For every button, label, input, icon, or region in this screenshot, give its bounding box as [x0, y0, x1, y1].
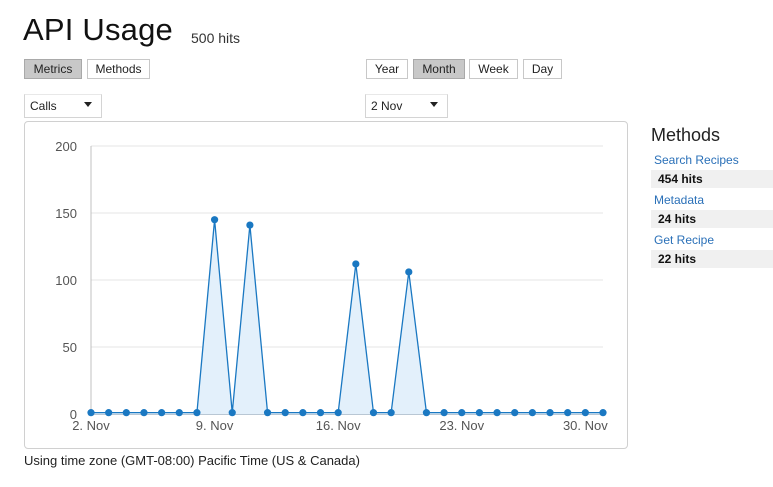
method-hits-metadata: 24 hits	[651, 210, 773, 228]
method-item: Search Recipes 454 hits	[651, 152, 773, 192]
method-link-search-recipes[interactable]: Search Recipes	[651, 152, 773, 170]
method-link-metadata[interactable]: Metadata	[651, 192, 773, 210]
data-point	[193, 409, 201, 417]
data-point	[511, 409, 519, 417]
methods-panel-title: Methods	[651, 125, 721, 145]
x-tick-label: 30. Nov	[563, 418, 608, 433]
methods-list: Search Recipes 454 hits Metadata 24 hits…	[651, 152, 773, 272]
y-tick-label: 100	[55, 273, 77, 288]
data-point	[334, 409, 342, 417]
series-area	[91, 219, 603, 414]
data-point	[105, 409, 113, 417]
data-point	[581, 409, 589, 417]
caret-down-icon	[84, 102, 92, 107]
data-point	[158, 409, 166, 417]
data-point	[263, 409, 272, 417]
method-link-get-recipe[interactable]: Get Recipe	[651, 232, 773, 250]
data-point	[546, 409, 554, 417]
data-point	[316, 409, 325, 417]
data-point	[405, 268, 413, 276]
method-hits-search-recipes: 454 hits	[651, 170, 773, 188]
data-point	[281, 409, 289, 417]
x-tick-label: 16. Nov	[316, 418, 361, 433]
period-year-button[interactable]: Year	[366, 59, 408, 79]
data-point	[422, 409, 431, 417]
data-point	[369, 409, 378, 417]
timezone-note: Using time zone (GMT-08:00) Pacific Time…	[24, 453, 360, 468]
x-tick-label: 9. Nov	[196, 418, 234, 433]
page-title: API Usage	[23, 12, 173, 47]
data-point	[599, 409, 607, 417]
total-hits-count: 500 hits	[191, 30, 241, 46]
data-point	[387, 409, 395, 417]
period-week-button[interactable]: Week	[469, 59, 518, 79]
y-tick-label: 200	[55, 139, 77, 154]
x-tick-label: 2. Nov	[72, 418, 110, 433]
data-point	[140, 409, 148, 417]
methods-tab-button[interactable]: Methods	[87, 59, 150, 79]
method-item: Get Recipe 22 hits	[651, 232, 773, 272]
method-hits-get-recipe: 22 hits	[651, 250, 773, 268]
data-point	[122, 409, 130, 417]
data-point	[228, 409, 236, 417]
data-point	[475, 409, 484, 417]
date-select-value: 2 Nov	[371, 99, 403, 113]
data-point	[210, 216, 219, 224]
date-select[interactable]: 2 Nov	[365, 94, 448, 118]
data-point	[299, 409, 307, 417]
caret-down-icon	[430, 102, 438, 107]
metric-select-value: Calls	[30, 99, 57, 113]
period-month-button[interactable]: Month	[413, 59, 465, 79]
data-point	[458, 409, 466, 417]
y-tick-label: 150	[55, 206, 77, 221]
period-day-button[interactable]: Day	[523, 59, 562, 79]
usage-chart: 0501001502002. Nov 9. Nov 16. Nov 23. Nov 30…	[55, 139, 608, 433]
y-tick-label: 50	[63, 340, 77, 355]
data-point	[493, 409, 501, 417]
data-point	[564, 409, 572, 417]
metrics-tab-button[interactable]: Metrics	[24, 59, 82, 79]
data-point	[246, 221, 254, 229]
usage-chart-panel: 0 50 100 150 200 2. Nov 9. Nov 16. Nov 23. Nov 30…	[24, 121, 628, 449]
method-item: Metadata 24 hits	[651, 192, 773, 232]
x-tick-label: 23. Nov	[439, 418, 484, 433]
data-point	[440, 409, 448, 417]
data-point	[352, 260, 360, 268]
metric-select[interactable]: Calls	[24, 94, 102, 118]
data-point	[175, 409, 183, 417]
data-point	[87, 409, 95, 417]
data-point	[528, 409, 536, 417]
